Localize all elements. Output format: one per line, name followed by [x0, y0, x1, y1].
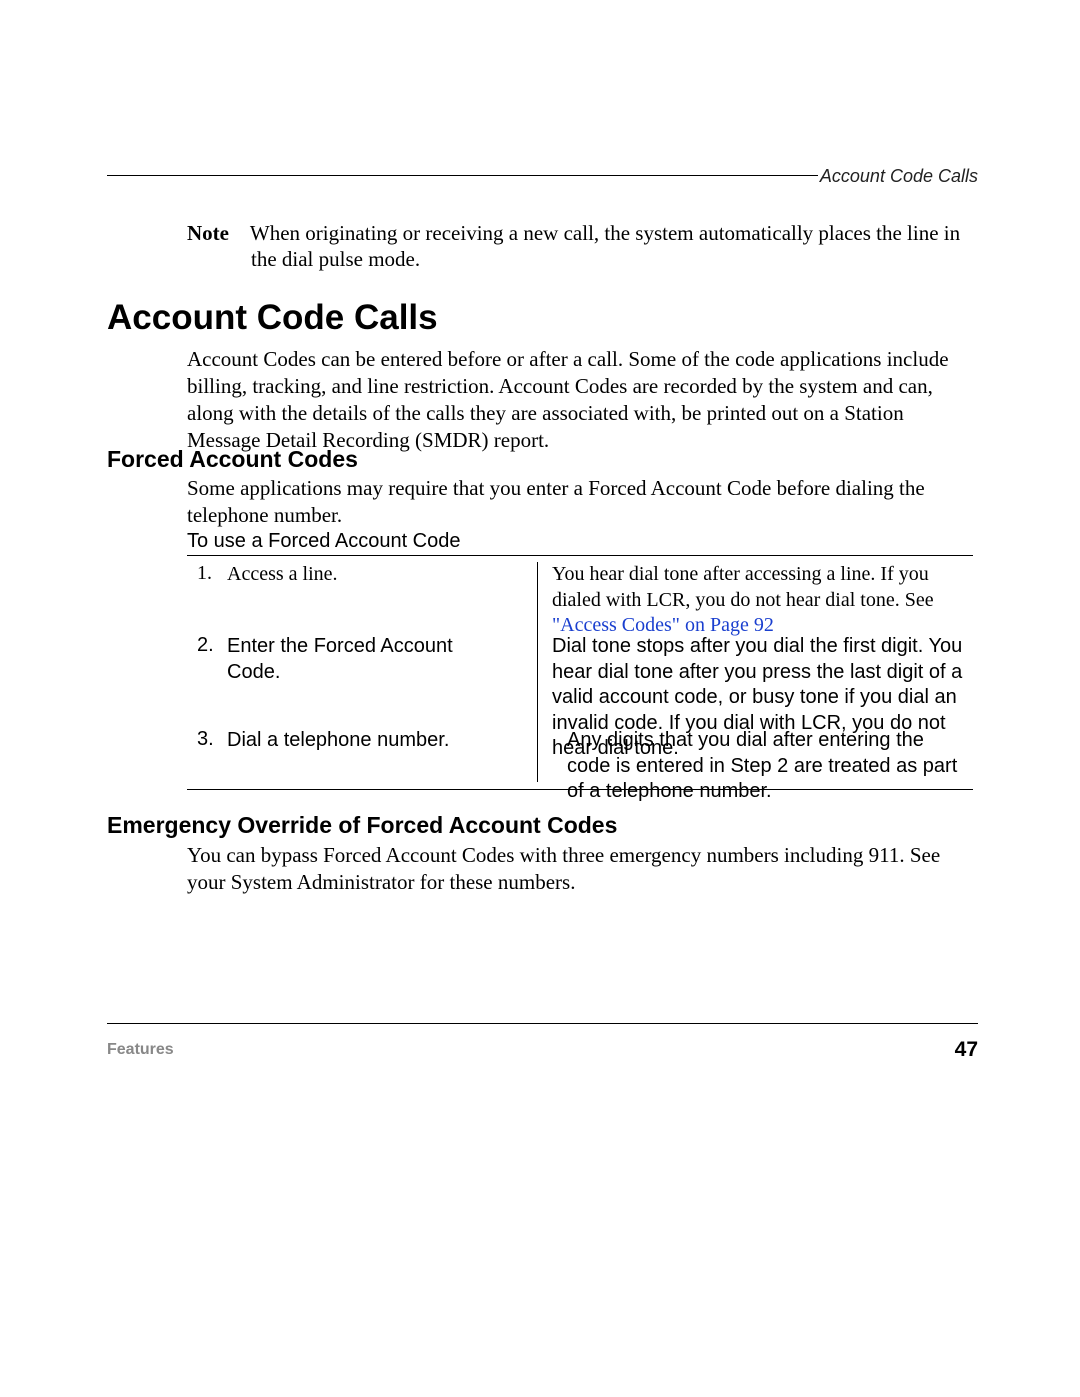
note-block: Note When originating or receiving a new…	[187, 221, 978, 273]
footer-section: Features	[107, 1041, 174, 1059]
step-result: You hear dial tone after accessing a lin…	[552, 562, 967, 639]
step-number: 1.	[197, 562, 212, 585]
note-text-line2: the dial pulse mode.	[251, 247, 978, 273]
step-action: Dial a telephone number.	[227, 728, 487, 754]
page-number: 47	[955, 1038, 978, 1062]
section-intro: Account Codes can be entered before or a…	[187, 346, 968, 454]
step-action: Enter the Forced Account Code.	[227, 634, 487, 685]
forced-heading: Forced Account Codes	[107, 446, 358, 473]
emergency-body: You can bypass Forced Account Codes with…	[187, 842, 968, 896]
emergency-heading: Emergency Override of Forced Account Cod…	[107, 812, 617, 839]
procedure-title: To use a Forced Account Code	[187, 530, 461, 553]
note-label: Note	[187, 221, 245, 247]
step-number: 2.	[197, 634, 214, 657]
step-result: Any digits that you dial after entering …	[567, 728, 967, 805]
note-text-line1: When originating or receiving a new call…	[250, 221, 960, 245]
cross-reference-link[interactable]: "Access Codes" on Page 92	[552, 614, 774, 636]
table-rule-top	[187, 555, 973, 556]
running-header: Account Code Calls	[107, 166, 978, 187]
forced-intro: Some applications may require that you e…	[187, 475, 968, 529]
footer-rule	[107, 1023, 978, 1024]
step-result-text: You hear dial tone after accessing a lin…	[552, 563, 934, 611]
section-title: Account Code Calls	[107, 298, 438, 338]
table-rule-vert	[537, 562, 538, 782]
step-action: Access a line.	[227, 562, 487, 588]
step-number: 3.	[197, 728, 214, 751]
page: Account Code Calls Note When originating…	[107, 0, 978, 1397]
